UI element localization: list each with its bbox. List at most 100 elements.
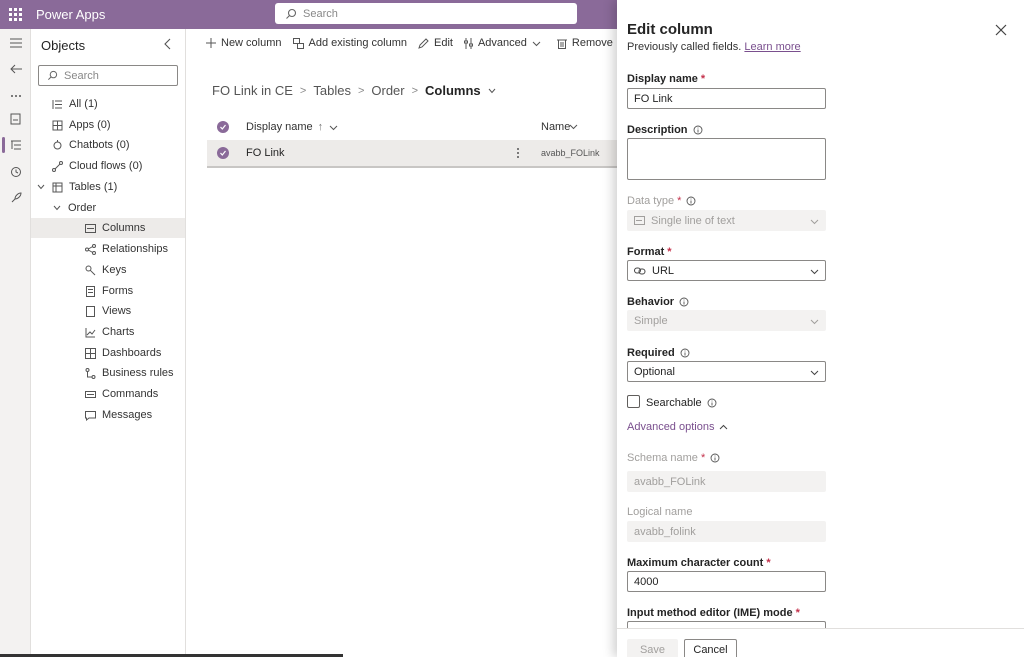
new-column-button[interactable]: New column <box>206 37 282 49</box>
tree-item-label: All (1) <box>69 98 98 110</box>
app-launcher-button[interactable] <box>0 0 30 29</box>
tree-item-all[interactable]: All (1) <box>31 94 185 114</box>
close-icon[interactable] <box>994 23 1008 37</box>
more-vertical-icon[interactable] <box>516 147 520 159</box>
info-icon[interactable] <box>686 196 696 206</box>
chatbot-icon <box>51 139 63 151</box>
info-icon[interactable] <box>680 348 690 358</box>
advanced-options-toggle[interactable]: Advanced options <box>627 421 728 433</box>
dashboard-icon <box>84 347 96 359</box>
pencil-icon <box>418 37 429 49</box>
objects-search-input[interactable]: Search <box>38 65 178 86</box>
text-field-icon <box>634 216 645 225</box>
advanced-label: Advanced <box>477 37 527 49</box>
info-icon[interactable] <box>693 125 703 135</box>
sort-ascending-indicator: ↑ <box>317 121 324 133</box>
tree-item-views[interactable]: Views <box>31 301 185 321</box>
required-asterisk: * <box>667 246 672 258</box>
max-char-count-input[interactable]: 4000 <box>627 571 826 592</box>
tree-item-apps[interactable]: Apps (0) <box>31 115 185 135</box>
chevron-down-icon[interactable] <box>52 203 62 213</box>
tree-item-forms[interactable]: Forms <box>31 281 185 301</box>
select-all-checkbox[interactable] <box>217 121 229 133</box>
tree-item-relationships[interactable]: Relationships <box>31 239 185 259</box>
objects-button[interactable] <box>0 133 31 157</box>
tree-item-label: Chatbots (0) <box>69 139 130 151</box>
behavior-dropdown[interactable]: Simple <box>627 310 826 331</box>
row-checkbox[interactable] <box>217 147 229 159</box>
required-asterisk: * <box>700 73 706 85</box>
advanced-options-label: Advanced options <box>627 421 715 433</box>
deploy-button[interactable] <box>0 186 31 210</box>
tree-item-order[interactable]: Order <box>31 198 185 218</box>
chevron-down-icon[interactable] <box>569 122 578 131</box>
message-icon <box>84 409 96 421</box>
tree-item-chatbots[interactable]: Chatbots (0) <box>31 135 185 155</box>
tree-item-charts[interactable]: Charts <box>31 322 185 342</box>
rocket-icon <box>11 192 22 203</box>
chevron-left-icon[interactable] <box>161 37 175 51</box>
breadcrumb-table[interactable]: Order <box>371 83 404 98</box>
tree-item-messages[interactable]: Messages <box>31 405 185 425</box>
tree-item-commands[interactable]: Commands <box>31 384 185 404</box>
searchable-checkbox[interactable] <box>627 395 640 408</box>
tree-item-label: Views <box>102 305 132 317</box>
logical-name-label: Logical name <box>627 506 692 518</box>
advanced-button[interactable]: Advanced <box>463 37 546 49</box>
searchable-label: Searchable <box>646 397 717 409</box>
tree-item-dashboards[interactable]: Dashboards <box>31 343 185 363</box>
add-existing-column-label: Add existing column <box>308 37 407 49</box>
chevron-down-icon[interactable] <box>36 182 46 192</box>
breadcrumb-tables[interactable]: Tables <box>313 83 351 98</box>
required-label: Required <box>627 347 690 359</box>
add-existing-column-button[interactable]: Add existing column <box>292 37 407 49</box>
chevron-down-icon[interactable] <box>487 86 497 96</box>
history-icon <box>10 167 21 177</box>
panel-footer: Save Cancel <box>617 628 1024 657</box>
commands-icon <box>84 388 96 400</box>
trash-icon <box>556 39 567 49</box>
column-header-name[interactable]: Name <box>541 121 570 133</box>
column-header-display-name[interactable]: Display name <box>246 121 313 133</box>
info-icon[interactable] <box>710 453 720 463</box>
tree-item-cloud-flows[interactable]: Cloud flows (0) <box>31 156 185 176</box>
table-row[interactable]: FO Link avabb_FOLink <box>207 140 617 168</box>
required-dropdown[interactable]: Optional <box>627 361 826 382</box>
data-type-value: Single line of text <box>651 214 735 227</box>
ime-mode-dropdown[interactable] <box>627 621 826 628</box>
format-dropdown[interactable]: URL <box>627 260 826 281</box>
chevron-down-icon <box>810 219 819 225</box>
data-type-dropdown[interactable]: Single line of text <box>627 210 826 231</box>
save-button[interactable]: Save <box>627 639 678 657</box>
back-button[interactable] <box>0 57 31 81</box>
edit-button[interactable]: Edit <box>418 37 453 49</box>
learn-more-link[interactable]: Learn more <box>744 41 800 53</box>
tree-item-label: Dashboards <box>102 347 162 359</box>
tree-item-label: Order <box>68 202 97 214</box>
hamburger-button[interactable] <box>0 31 31 55</box>
breadcrumb: FO Link in CE > Tables > Order > Columns <box>212 83 497 98</box>
relationships-icon <box>84 243 96 255</box>
breadcrumb-solution[interactable]: FO Link in CE <box>212 83 293 98</box>
more-button[interactable] <box>0 84 31 108</box>
tree-item-keys[interactable]: Keys <box>31 260 185 280</box>
display-name-value: FO Link <box>634 92 673 105</box>
info-icon[interactable] <box>707 398 717 408</box>
overview-button[interactable] <box>0 107 31 131</box>
breadcrumb-separator: > <box>299 84 307 97</box>
chevron-down-icon[interactable] <box>329 123 338 132</box>
max-char-count-label: Maximum character count * <box>627 557 771 569</box>
global-search-input[interactable]: Search <box>275 3 577 24</box>
tree-item-business-rules[interactable]: Business rules <box>31 363 185 383</box>
description-textarea[interactable] <box>627 138 826 180</box>
link-icon <box>634 267 646 274</box>
chevron-down-icon <box>532 41 541 46</box>
history-button[interactable] <box>0 160 31 184</box>
document-icon <box>10 113 20 125</box>
info-icon[interactable] <box>679 297 689 307</box>
tree-item-tables[interactable]: Tables (1) <box>31 177 185 197</box>
cancel-button[interactable]: Cancel <box>684 639 737 657</box>
display-name-input[interactable]: FO Link <box>627 88 826 109</box>
global-search-placeholder: Search <box>303 7 338 20</box>
tree-item-columns[interactable]: Columns <box>31 218 185 238</box>
